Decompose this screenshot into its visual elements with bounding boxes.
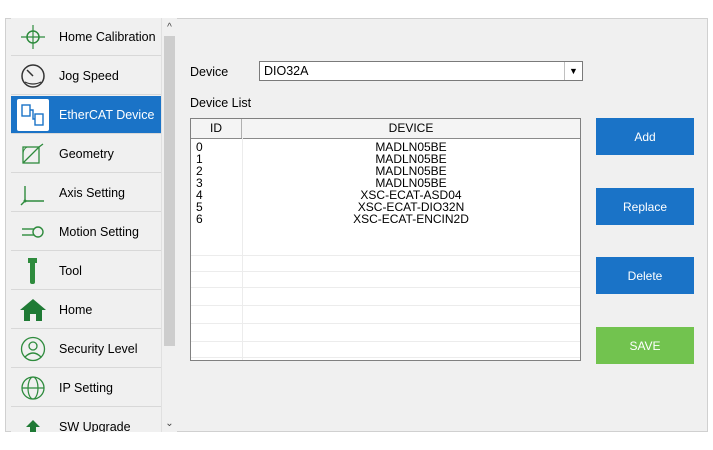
delete-button[interactable]: Delete [596, 257, 694, 294]
sidebar-item-label: Geometry [59, 146, 114, 161]
sidebar: Home Calibration Jog Speed EtherCAT Devi… [11, 18, 161, 432]
scroll-down-icon[interactable]: ⌄ [162, 416, 177, 432]
table-row[interactable]: 6 XSC-ECAT-ENCIN2D [191, 213, 580, 225]
sidebar-item-label: Motion Setting [59, 224, 139, 239]
chevron-down-icon[interactable]: ▼ [564, 62, 582, 80]
cell-device: XSC-ECAT-ENCIN2D [353, 212, 469, 226]
sidebar-item-axis-setting[interactable]: Axis Setting [11, 174, 161, 212]
sidebar-item-tool[interactable]: Tool [11, 252, 161, 290]
crosshair-icon [17, 21, 49, 53]
sidebar-item-ethercat-device[interactable]: EtherCAT Device [11, 96, 161, 134]
sidebar-item-label: Jog Speed [59, 68, 119, 83]
device-select-value: DIO32A [264, 64, 309, 78]
grid-line [191, 255, 580, 256]
geometry-icon [17, 138, 49, 170]
motion-icon [17, 216, 49, 248]
grid-line [191, 357, 580, 358]
scroll-up-icon[interactable]: ^ [162, 20, 177, 36]
device-list-label: Device List [190, 96, 252, 110]
sidebar-item-label: Axis Setting [59, 185, 126, 200]
sidebar-item-jog-speed[interactable]: Jog Speed [11, 57, 161, 95]
sidebar-item-label: EtherCAT Device [59, 107, 155, 122]
axis-icon [17, 177, 49, 209]
sidebar-scrollbar[interactable]: ^ ⌄ [161, 18, 177, 432]
grid-line [191, 271, 580, 272]
sidebar-item-label: Home [59, 302, 93, 317]
sidebar-item-label: Tool [59, 263, 82, 278]
sidebar-item-home[interactable]: Home [11, 291, 161, 329]
ethercat-icon [17, 98, 49, 131]
home-icon [17, 294, 49, 326]
upgrade-icon [17, 411, 49, 432]
sidebar-item-label: Home Calibration [59, 29, 156, 44]
sidebar-item-geometry[interactable]: Geometry [11, 135, 161, 173]
tool-icon [17, 255, 49, 287]
sidebar-item-label: SW Upgrade [59, 419, 131, 433]
sidebar-item-motion-setting[interactable]: Motion Setting [11, 213, 161, 251]
add-button[interactable]: Add [596, 118, 694, 155]
globe-icon [17, 372, 49, 404]
sidebar-item-ip-setting[interactable]: IP Setting [11, 369, 161, 407]
column-header-device[interactable]: DEVICE [242, 119, 580, 138]
grid-line [191, 341, 580, 342]
device-select[interactable]: DIO32A ▼ [259, 61, 583, 81]
sidebar-item-label: Security Level [59, 341, 138, 356]
sidebar-item-home-calibration[interactable]: Home Calibration [11, 18, 161, 56]
device-label: Device [190, 65, 229, 79]
grid-line [191, 287, 580, 288]
column-header-id[interactable]: ID [191, 119, 242, 138]
sidebar-item-security-level[interactable]: Security Level [11, 330, 161, 368]
sidebar-item-label: IP Setting [59, 380, 113, 395]
scrollbar-thumb[interactable] [164, 36, 175, 346]
cell-id: 6 [196, 212, 203, 226]
grid-line [191, 305, 580, 306]
gauge-icon [17, 60, 49, 92]
sidebar-item-sw-upgrade[interactable]: SW Upgrade [11, 408, 161, 432]
table-header: ID DEVICE [191, 119, 580, 139]
save-button[interactable]: SAVE [596, 327, 694, 364]
replace-button[interactable]: Replace [596, 188, 694, 225]
user-icon [17, 333, 49, 365]
device-table[interactable]: ID DEVICE 0 MADLN05BE 1 MADLN05BE 2 MADL… [190, 118, 581, 361]
grid-line [191, 323, 580, 324]
